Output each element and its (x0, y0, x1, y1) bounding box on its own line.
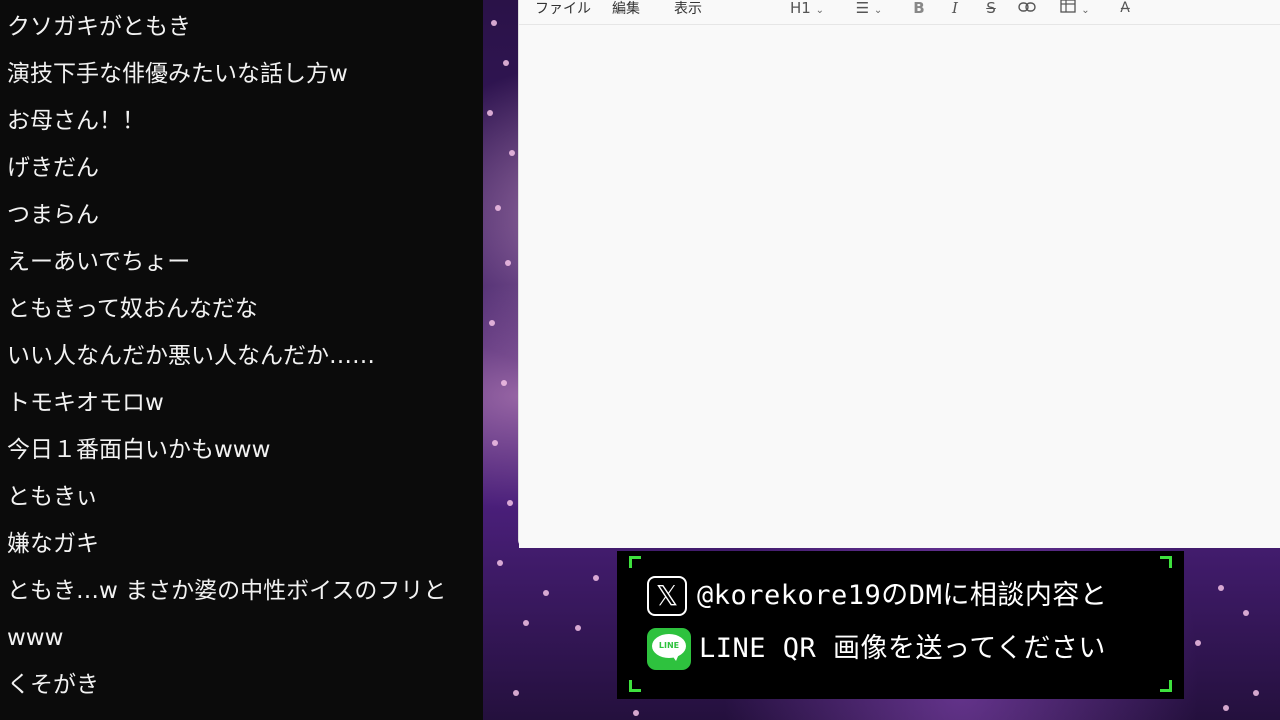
chevron-down-icon: ⌄ (1081, 5, 1090, 16)
menu-view[interactable]: 表示 (674, 0, 702, 18)
chat-message: ともきって奴おんなだな (7, 296, 258, 322)
editor-menubar: ファイル 編集 表示 H1 ⌄ ☰ ⌄ B I S ⌄ A̶ (519, 0, 1280, 25)
chat-message: www (7, 625, 64, 651)
menu-edit[interactable]: 編集 (612, 0, 640, 18)
screen: クソガキがともき 演技下手な俳優みたいな話し方w お母さん！！ げきだん つまら… (0, 0, 1280, 720)
chat-message: いい人なんだか悪い人なんだか…… (7, 343, 375, 369)
corner-bracket (1160, 556, 1172, 568)
overlay-banner: 𝕏 @korekore19のDMに相談内容と LINE LINE QR 画像を送… (617, 551, 1184, 699)
corner-bracket (629, 556, 641, 568)
italic-button[interactable]: I (945, 0, 965, 17)
chat-message: えーあいでちょー (7, 249, 191, 275)
corner-bracket (629, 680, 641, 692)
chat-message: 今日１番面白いかもwww (7, 437, 271, 463)
strikethrough-button[interactable]: S (981, 0, 1001, 17)
chat-message: トモキオモロw (7, 390, 164, 416)
spellcheck-icon[interactable]: A̶ (1113, 0, 1137, 17)
table-dropdown[interactable]: ⌄ (1055, 0, 1095, 17)
chat-message: クソガキがともき (7, 14, 191, 40)
banner-row-x: 𝕏 @korekore19のDMに相談内容と (647, 574, 1107, 618)
chevron-down-icon: ⌄ (815, 5, 824, 16)
banner-row-line: LINE LINE QR 画像を送ってください (647, 627, 1106, 671)
banner-line-2: LINE QR 画像を送ってください (699, 633, 1106, 664)
link-icon[interactable] (1015, 0, 1039, 17)
x-logo-icon: 𝕏 (647, 576, 687, 616)
list-dropdown[interactable]: ☰ ⌄ (849, 0, 889, 17)
heading-label: H1 (790, 0, 811, 17)
menu-file[interactable]: ファイル (535, 0, 591, 18)
chat-panel: クソガキがともき 演技下手な俳優みたいな話し方w お母さん！！ げきだん つまら… (0, 0, 483, 720)
link-icon-svg (1018, 2, 1036, 12)
chevron-down-icon: ⌄ (873, 5, 883, 16)
bold-button[interactable]: B (909, 0, 929, 17)
banner-line-1: @korekore19のDMに相談内容と (697, 580, 1108, 611)
chat-message: ともきぃ (7, 484, 99, 510)
line-logo-icon: LINE (647, 628, 691, 670)
table-icon (1060, 0, 1077, 13)
chat-message: くそがき (7, 672, 99, 698)
chat-message: げきだん (7, 155, 99, 181)
corner-bracket (1160, 680, 1172, 692)
chat-message: お母さん！！ (7, 108, 145, 134)
editor-content-area[interactable] (519, 25, 1280, 548)
chat-message: 嫌なガキ (7, 531, 99, 557)
heading-dropdown[interactable]: H1 ⌄ (787, 0, 827, 17)
chat-message: 演技下手な俳優みたいな話し方w (7, 61, 348, 87)
editor-window: ファイル 編集 表示 H1 ⌄ ☰ ⌄ B I S ⌄ A̶ (519, 0, 1280, 548)
chat-message: ともき…w まさか婆の中性ボイスのフリと (7, 578, 447, 604)
bulleted-list-icon: ☰ (855, 0, 870, 17)
chat-message: つまらん (7, 202, 99, 228)
